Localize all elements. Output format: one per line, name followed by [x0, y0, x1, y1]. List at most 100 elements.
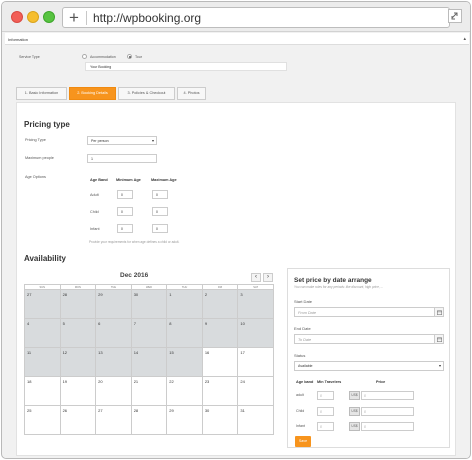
infant-min-travelers-input[interactable]: 0	[317, 422, 334, 431]
adult-min-age-input[interactable]: 0	[117, 190, 133, 199]
tab-policies-checkout[interactable]: 3. Policies & Checkout	[118, 87, 175, 100]
radio-accommodation-label: Accommodation	[90, 55, 116, 59]
calendar-day-number: 30	[204, 408, 210, 413]
calendar-day-cell[interactable]: 26	[60, 406, 97, 435]
tab-basic-information[interactable]: 1. Basic Information	[16, 87, 67, 100]
max-people-label: Maximum people	[25, 156, 54, 160]
calendar-day-cell[interactable]: 11	[25, 348, 61, 377]
calendar-day-cell[interactable]: 30	[131, 290, 168, 319]
calendar-next-button[interactable]: ›	[263, 273, 273, 282]
new-tab-icon[interactable]: +	[69, 7, 79, 28]
calendar-day-number: 5	[62, 321, 65, 326]
child-price-input[interactable]: 0	[361, 407, 414, 416]
calendar-day-cell[interactable]: 3	[238, 290, 274, 319]
calendar-day-cell[interactable]: 29	[167, 406, 203, 435]
calendar-day-number: 2	[204, 292, 208, 297]
calendar-day-number: 24	[240, 379, 245, 384]
infant-min-age-input[interactable]: 0	[117, 224, 133, 233]
calendar-day-cell[interactable]: 9	[202, 319, 239, 348]
calendar-day-number: 29	[98, 292, 103, 297]
calendar-day-cell[interactable]: 8	[167, 319, 203, 348]
age-row-label: Infant	[90, 227, 100, 231]
end-date-input[interactable]: To Date	[294, 334, 444, 344]
status-select[interactable]: Available ▾	[294, 361, 444, 371]
calendar-day-cell[interactable]: 5	[60, 319, 97, 348]
calendar-day-cell[interactable]: 25	[25, 406, 61, 435]
tour-name-input[interactable]: Your Booking	[85, 62, 287, 71]
calendar-day-cell[interactable]: 2	[202, 290, 239, 319]
save-button[interactable]: Save	[295, 436, 311, 447]
calendar-day-cell[interactable]: 27	[96, 406, 132, 435]
calendar-day-number: 25	[27, 408, 32, 413]
input-value: 0	[156, 227, 158, 231]
pricing-type-select[interactable]: Per person ▾	[87, 136, 157, 145]
calendar-week-row: 11 12 13 14 15 16 17	[25, 348, 274, 377]
calendar-day-number: 12	[62, 350, 68, 355]
calendar-day-number: 26	[62, 408, 68, 413]
fullscreen-icon[interactable]	[448, 9, 462, 23]
child-min-travelers-input[interactable]: 0	[317, 407, 334, 416]
browser-toolbar: + http://wpbooking.org	[2, 2, 470, 32]
input-value: 0	[156, 210, 158, 214]
calendar-icon[interactable]	[434, 308, 443, 316]
child-min-age-input[interactable]: 0	[117, 207, 133, 216]
radio-accommodation[interactable]	[82, 54, 87, 59]
calendar-day-cell[interactable]: 6	[96, 319, 132, 348]
information-header[interactable]: Information ▴	[5, 33, 469, 45]
calendar-day-cell[interactable]: 21	[131, 377, 168, 406]
collapse-caret-icon[interactable]: ▴	[463, 36, 466, 42]
calendar-day-cell[interactable]: 22	[167, 377, 203, 406]
calendar-day-cell[interactable]: 20	[96, 377, 132, 406]
address-divider	[86, 11, 87, 25]
calendar-day-cell[interactable]: 27	[25, 290, 61, 319]
calendar-day-number: 11	[27, 350, 32, 355]
rate-row-label: adult	[296, 393, 304, 397]
start-date-input[interactable]: From Date	[294, 307, 444, 317]
tab-label: 3. Policies & Checkout	[127, 91, 166, 95]
calendar-day-cell[interactable]: 10	[238, 319, 274, 348]
calendar-day-number: 15	[169, 350, 174, 355]
calendar-day-cell[interactable]: 15	[167, 348, 203, 377]
adult-min-travelers-input[interactable]: 0	[317, 391, 334, 400]
end-date-label: End Date	[294, 326, 311, 331]
infant-max-age-input[interactable]: 0	[152, 224, 168, 233]
address-bar[interactable]: + http://wpbooking.org	[62, 7, 450, 28]
calendar-day-cell[interactable]: 14	[131, 348, 168, 377]
calendar-day-cell[interactable]: 13	[96, 348, 132, 377]
tab-booking-details[interactable]: 2. Booking Details	[69, 87, 116, 100]
minimize-window-button[interactable]	[27, 11, 39, 23]
calendar-day-cell[interactable]: 19	[60, 377, 97, 406]
min-age-header: Minimum Age	[116, 178, 141, 182]
tab-photos[interactable]: 4. Photos	[177, 87, 206, 100]
adult-price-input[interactable]: 0	[361, 391, 414, 400]
calendar-icon[interactable]	[434, 335, 443, 343]
calendar-week-row: 18 19 20 21 22 23 24	[25, 377, 274, 406]
date-range-panel: Set price by date arrange You can make r…	[287, 268, 450, 448]
calendar-day-cell[interactable]: 16	[202, 348, 239, 377]
radio-tour[interactable]	[127, 54, 132, 59]
calendar-day-number: 1	[169, 292, 172, 297]
calendar-day-cell[interactable]: 24	[238, 377, 274, 406]
calendar-day-cell[interactable]: 28	[131, 406, 168, 435]
adult-max-age-input[interactable]: 0	[152, 190, 168, 199]
calendar-day-cell[interactable]: 17	[238, 348, 274, 377]
child-max-age-input[interactable]: 0	[152, 207, 168, 216]
calendar-day-cell[interactable]: 12	[60, 348, 97, 377]
close-window-button[interactable]	[11, 11, 23, 23]
calendar-day-cell[interactable]: 1	[167, 290, 203, 319]
infant-price-input[interactable]: 0	[361, 422, 414, 431]
age-hint-text: Provide your requirements for when age d…	[89, 240, 180, 244]
calendar-day-cell[interactable]: 4	[25, 319, 61, 348]
input-value: 0	[121, 193, 123, 197]
maximize-window-button[interactable]	[43, 11, 55, 23]
calendar-prev-button[interactable]: ‹	[251, 273, 261, 282]
max-people-input[interactable]: 1	[87, 154, 157, 163]
calendar-day-cell[interactable]: 30	[202, 406, 239, 435]
calendar-day-cell[interactable]: 23	[202, 377, 239, 406]
url-text[interactable]: http://wpbooking.org	[93, 8, 201, 28]
calendar-day-cell[interactable]: 7	[131, 319, 168, 348]
calendar-day-cell[interactable]: 29	[96, 290, 132, 319]
calendar-day-cell[interactable]: 28	[60, 290, 97, 319]
calendar-day-cell[interactable]: 31	[238, 406, 274, 435]
calendar-day-cell[interactable]: 18	[25, 377, 61, 406]
